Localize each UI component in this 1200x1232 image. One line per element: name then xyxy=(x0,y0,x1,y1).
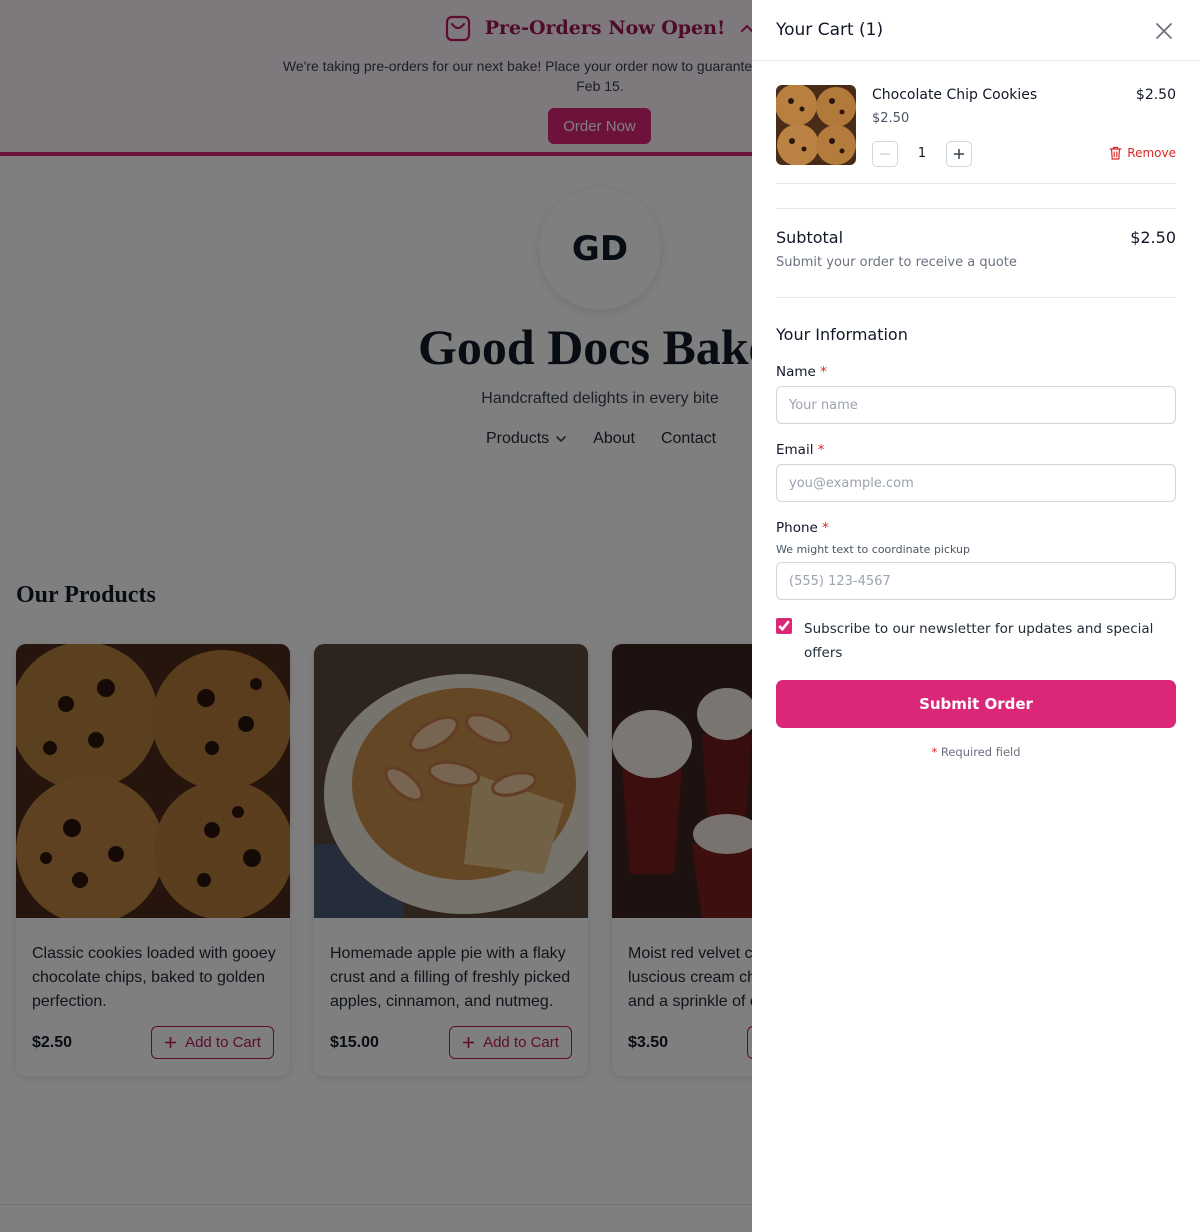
name-label: Name * xyxy=(776,364,827,380)
required-field-note: * Required field xyxy=(752,745,1200,759)
increase-quantity-button[interactable] xyxy=(946,141,972,167)
minus-icon xyxy=(879,148,891,160)
divider xyxy=(776,208,1176,209)
subtotal-value: $2.50 xyxy=(1130,228,1176,247)
phone-label: Phone * xyxy=(776,520,829,536)
trash-icon xyxy=(1109,146,1122,160)
newsletter-checkbox[interactable] xyxy=(776,618,792,634)
required-mark: * xyxy=(931,745,938,759)
email-field[interactable] xyxy=(776,464,1176,502)
phone-label-text: Phone xyxy=(776,520,818,536)
cart-item-total: $2.50 xyxy=(1135,87,1176,103)
email-label-text: Email xyxy=(776,442,814,458)
required-note-text: Required field xyxy=(940,745,1021,759)
name-label-text: Name xyxy=(776,364,816,380)
divider xyxy=(776,297,1176,298)
divider xyxy=(776,183,1176,184)
email-label: Email * xyxy=(776,442,825,458)
cart-title: Your Cart (1) xyxy=(776,20,884,40)
remove-item-button[interactable]: Remove xyxy=(1109,146,1176,160)
cart-item-quantity: 1 xyxy=(917,146,927,161)
cart-item-name: Chocolate Chip Cookies xyxy=(872,87,1038,103)
cart-item-unit-price: $2.50 xyxy=(872,111,910,126)
cart-item-image xyxy=(776,85,856,165)
required-mark: * xyxy=(820,364,827,380)
cart-header: Your Cart (1) xyxy=(752,0,1200,61)
close-cart-button[interactable] xyxy=(1152,19,1176,43)
customer-info-heading: Your Information xyxy=(776,325,908,344)
remove-label: Remove xyxy=(1127,146,1176,160)
phone-help-text: We might text to coordinate pickup xyxy=(776,543,971,556)
required-mark: * xyxy=(817,442,825,458)
subtotal-note: Submit your order to receive a quote xyxy=(776,255,1017,270)
cart-drawer: Your Cart (1) Chocolate Chip Cookies $2.… xyxy=(752,0,1200,1232)
plus-icon xyxy=(953,148,965,160)
submit-order-button[interactable]: Submit Order xyxy=(776,680,1176,728)
close-icon xyxy=(1152,19,1176,43)
phone-field[interactable] xyxy=(776,562,1176,600)
required-mark: * xyxy=(822,520,829,536)
subtotal-label: Subtotal xyxy=(776,228,844,247)
newsletter-label[interactable]: Subscribe to our newsletter for updates … xyxy=(804,617,1164,665)
decrease-quantity-button[interactable] xyxy=(872,141,898,167)
name-field[interactable] xyxy=(776,386,1176,424)
